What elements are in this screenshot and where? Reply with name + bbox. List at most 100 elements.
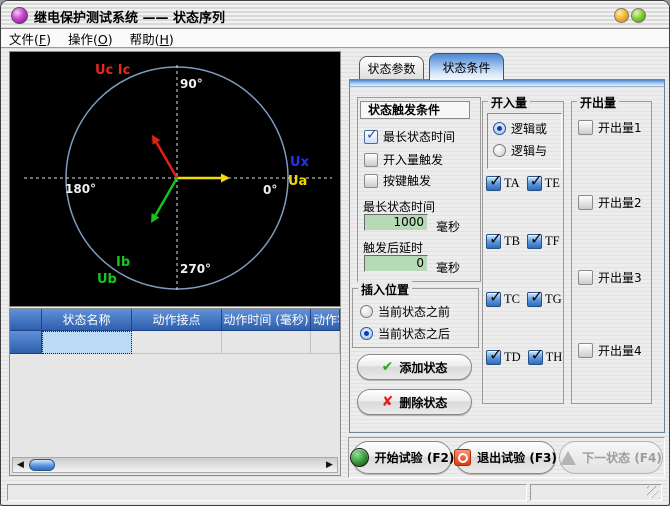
binary-output-group: 开出量 开出量1 开出量2 开出量3 开出量4 bbox=[571, 101, 652, 404]
col-header-time[interactable]: 动作时间 (毫秒) bbox=[222, 309, 311, 331]
table-row bbox=[10, 331, 340, 354]
state-conditions-page: 状态触发条件 最长状态时间 开入量触发 按键触发 最长状态时间 1000 毫秒 … bbox=[349, 79, 665, 433]
phasor-label-uc-ic: Uc Ic bbox=[95, 63, 130, 78]
next-icon bbox=[560, 451, 576, 465]
col-header-contact[interactable]: 动作接点 bbox=[132, 309, 222, 331]
status-bar-right bbox=[530, 484, 662, 501]
checkbox-output-3[interactable]: 开出量3 bbox=[578, 269, 642, 286]
radio-after-current-state[interactable]: 当前状态之后 bbox=[360, 325, 450, 342]
checkbox-icon[interactable] bbox=[364, 153, 378, 167]
status-bar-left bbox=[7, 484, 527, 501]
checkbox-output-2[interactable]: 开出量2 bbox=[578, 194, 642, 211]
channel-row-td-th: TD TH bbox=[486, 350, 562, 365]
app-window: 继电保护测试系统 —— 状态序列 文件(F) 操作(O) 帮助(H) Uc Ic… bbox=[0, 0, 670, 506]
post-trigger-delay-unit: 毫秒 bbox=[436, 259, 460, 276]
tab-state-conditions[interactable]: 状态条件 bbox=[429, 53, 504, 80]
checkbox-output-4[interactable]: 开出量4 bbox=[578, 342, 642, 359]
check-icon: ✔ bbox=[382, 359, 394, 375]
radio-icon[interactable] bbox=[493, 144, 506, 157]
checkbox-binary-input-trigger[interactable]: 开入量触发 bbox=[364, 151, 443, 168]
checkbox-tc[interactable] bbox=[486, 292, 501, 307]
row-header-cell[interactable] bbox=[10, 331, 42, 354]
state-table: 状态名称 动作接点 动作时间 (毫秒) 动作状态 ◀ ▶ bbox=[9, 308, 341, 476]
phasor-label-270: 270° bbox=[180, 262, 211, 276]
start-icon bbox=[350, 448, 369, 467]
resize-grip[interactable] bbox=[647, 486, 659, 498]
table-cell[interactable] bbox=[132, 331, 222, 354]
binary-input-group: 开入量 逻辑或 逻辑与 TA TE TB bbox=[482, 101, 564, 404]
next-state-button[interactable]: 下一状态 (F4) bbox=[559, 441, 663, 474]
checkbox-icon[interactable] bbox=[364, 174, 378, 188]
tab-state-params[interactable]: 状态参数 bbox=[359, 56, 424, 80]
x-icon: ✘ bbox=[382, 394, 394, 410]
col-header-index[interactable] bbox=[10, 309, 42, 331]
checkbox-ta[interactable] bbox=[486, 176, 501, 191]
binary-input-legend: 开入量 bbox=[488, 94, 530, 111]
col-header-state-name[interactable]: 状态名称 bbox=[42, 309, 132, 331]
menu-operate[interactable]: 操作(O) bbox=[68, 29, 113, 48]
checkbox-icon[interactable] bbox=[578, 343, 593, 358]
phasor-label-ib: Ib bbox=[116, 255, 130, 270]
channel-row-tc-tg: TC TG bbox=[486, 292, 562, 307]
trigger-conditions-group: 状态触发条件 最长状态时间 开入量触发 按键触发 最长状态时间 1000 毫秒 … bbox=[357, 97, 481, 282]
exit-test-button[interactable]: 退出试验 (F3) bbox=[455, 441, 556, 474]
delete-state-button[interactable]: ✘ 删除状态 bbox=[357, 389, 472, 415]
selected-cell[interactable] bbox=[42, 331, 132, 354]
checkbox-icon[interactable] bbox=[578, 270, 593, 285]
post-trigger-delay-input[interactable]: 0 bbox=[364, 255, 428, 272]
close-button[interactable] bbox=[631, 8, 646, 23]
checkbox-td[interactable] bbox=[486, 350, 501, 365]
menu-file[interactable]: 文件(F) bbox=[9, 29, 51, 48]
radio-icon[interactable] bbox=[493, 122, 506, 135]
checkbox-te[interactable] bbox=[527, 176, 542, 191]
checkbox-key-trigger[interactable]: 按键触发 bbox=[364, 172, 431, 189]
channel-row-tb-tf: TB TF bbox=[486, 234, 560, 249]
scroll-right-icon[interactable]: ▶ bbox=[323, 458, 336, 472]
checkbox-tb[interactable] bbox=[486, 234, 501, 249]
phasor-label-180: 180° bbox=[65, 182, 96, 196]
phasor-label-ub: Ub bbox=[97, 272, 117, 287]
max-state-time-input[interactable]: 1000 bbox=[364, 214, 428, 231]
horizontal-scrollbar[interactable]: ◀ ▶ bbox=[12, 457, 338, 473]
max-state-time-label: 最长状态时间 bbox=[363, 198, 435, 215]
post-trigger-delay-label: 触发后延时 bbox=[363, 239, 423, 256]
menu-bar: 文件(F) 操作(O) 帮助(H) bbox=[1, 29, 669, 48]
minimize-button[interactable] bbox=[614, 8, 629, 23]
phasor-panel: Uc Ic 90° 180° 0° 270° Ux Ua Ib Ub bbox=[9, 51, 341, 307]
radio-logic-or[interactable]: 逻辑或 bbox=[493, 120, 547, 137]
checkbox-output-1[interactable]: 开出量1 bbox=[578, 119, 642, 136]
insert-position-legend: 插入位置 bbox=[358, 281, 412, 298]
logic-box: 逻辑或 逻辑与 bbox=[487, 113, 562, 169]
radio-logic-and[interactable]: 逻辑与 bbox=[493, 142, 547, 159]
checkbox-icon[interactable] bbox=[578, 195, 593, 210]
table-header: 状态名称 动作接点 动作时间 (毫秒) 动作状态 bbox=[10, 309, 340, 331]
phasor-label-0: 0° bbox=[263, 183, 277, 197]
table-cell[interactable] bbox=[311, 331, 340, 354]
checkbox-max-state-time[interactable]: 最长状态时间 bbox=[364, 128, 455, 145]
radio-before-current-state[interactable]: 当前状态之前 bbox=[360, 303, 450, 320]
phasor-label-ua: Ua bbox=[288, 174, 307, 189]
test-control-panel: 开始试验 (F2) 退出试验 (F3) 下一状态 (F4) bbox=[348, 437, 665, 478]
checkbox-th[interactable] bbox=[528, 350, 543, 365]
col-header-action-state[interactable]: 动作状态 bbox=[311, 309, 340, 331]
start-test-button[interactable]: 开始试验 (F2) bbox=[352, 441, 452, 474]
checkbox-icon[interactable] bbox=[364, 130, 378, 144]
scrollbar-thumb[interactable] bbox=[29, 459, 55, 471]
add-state-button[interactable]: ✔ 添加状态 bbox=[357, 354, 472, 380]
table-cell[interactable] bbox=[222, 331, 311, 354]
title-bar: 继电保护测试系统 —— 状态序列 bbox=[1, 1, 669, 29]
trigger-group-title: 状态触发条件 bbox=[360, 101, 470, 119]
tab-page-top-band bbox=[350, 80, 664, 87]
binary-output-legend: 开出量 bbox=[577, 94, 619, 111]
checkbox-tf[interactable] bbox=[527, 234, 542, 249]
radio-icon[interactable] bbox=[360, 305, 373, 318]
channel-row-ta-te: TA TE bbox=[486, 176, 560, 191]
menu-help[interactable]: 帮助(H) bbox=[130, 29, 174, 48]
stop-icon bbox=[454, 449, 471, 466]
app-badge-icon[interactable] bbox=[11, 7, 28, 24]
radio-icon[interactable] bbox=[360, 327, 373, 340]
checkbox-icon[interactable] bbox=[578, 120, 593, 135]
scroll-left-icon[interactable]: ◀ bbox=[14, 458, 27, 472]
phasor-label-ux: Ux bbox=[290, 155, 309, 170]
checkbox-tg[interactable] bbox=[527, 292, 542, 307]
